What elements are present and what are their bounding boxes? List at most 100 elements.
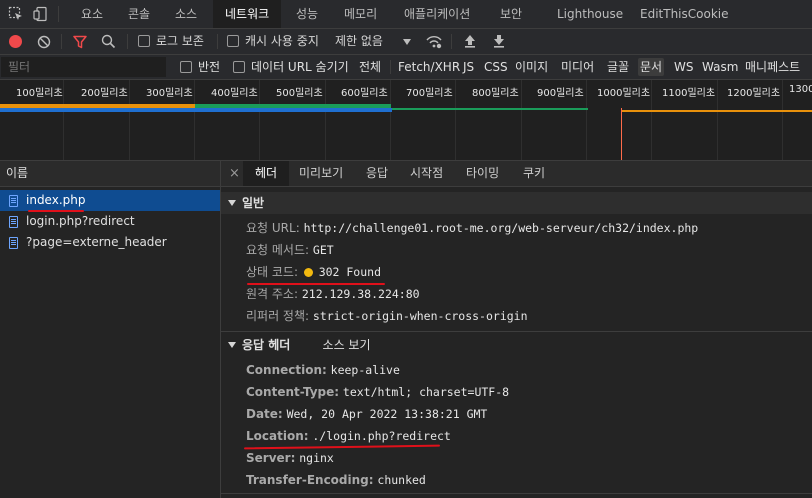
load-event-marker <box>621 108 622 160</box>
view-source-link[interactable]: 소스 보기 <box>323 338 371 352</box>
timeline-tick: 800밀리초 <box>472 88 519 99</box>
filter-type-manifest[interactable]: 매니페스트 <box>743 58 802 76</box>
response-header-row: Transfer-Encoding: chunked <box>246 473 426 487</box>
annotation-underline <box>247 283 385 285</box>
chevron-down-icon[interactable] <box>403 39 411 45</box>
detail-tabs: × 헤더 미리보기 응답 시작점 타이밍 쿠키 <box>221 161 812 186</box>
status-dot-icon <box>303 268 313 277</box>
timeline-tick: 100밀리초 <box>16 88 63 99</box>
request-name: login.php?redirect <box>26 214 135 228</box>
tab-elements[interactable]: 요소 <box>70 0 114 28</box>
request-name: ?page=externe_header <box>26 235 167 249</box>
invert-label: 반전 <box>198 60 221 74</box>
device-toolbar-icon[interactable] <box>33 6 49 22</box>
timeline-tick: 1200밀리초 <box>727 88 781 99</box>
export-har-icon[interactable] <box>493 34 505 48</box>
tab-preview[interactable]: 미리보기 <box>291 161 351 186</box>
general-section-header[interactable]: 일반 <box>221 192 812 214</box>
tab-editthiscookie[interactable]: EditThisCookie <box>630 0 739 28</box>
waterfall-bar-blue <box>0 108 392 112</box>
network-conditions-icon[interactable] <box>425 34 443 49</box>
filter-icon[interactable] <box>73 35 87 49</box>
waterfall-bar-green-2 <box>392 108 588 110</box>
inspect-element-icon[interactable] <box>8 6 24 22</box>
response-header-row: Connection: keep-alive <box>246 363 400 377</box>
name-header-label: 이름 <box>6 166 29 180</box>
filter-type-css[interactable]: CSS <box>482 58 510 76</box>
preserve-log-label: 로그 보존 <box>156 34 204 48</box>
general-row: 상태 코드: 302 Found <box>246 265 381 279</box>
filter-type-wasm[interactable]: Wasm <box>700 58 740 76</box>
tab-timing[interactable]: 타이밍 <box>458 161 507 186</box>
record-icon[interactable] <box>9 35 22 48</box>
tab-application[interactable]: 애플리케이션 <box>394 0 480 28</box>
timeline-tick: 700밀리초 <box>406 88 453 99</box>
disable-cache-checkbox[interactable] <box>227 35 239 47</box>
network-toolbar: 로그 보존 캐시 사용 중지 제한 없음 <box>0 29 812 54</box>
tab-performance[interactable]: 성능 <box>286 0 328 28</box>
filter-type-media[interactable]: 미디어 <box>559 58 596 76</box>
timeline-tick: 1300 <box>789 84 812 95</box>
tab-cookies[interactable]: 쿠키 <box>515 161 553 186</box>
response-header-row: Server: nginx <box>246 451 334 465</box>
general-row: 리퍼러 정책: strict-origin-when-cross-origin <box>246 309 528 323</box>
response-headers-section-header[interactable]: 응답 헤더 소스 보기 <box>221 334 812 356</box>
clear-icon[interactable] <box>37 35 51 49</box>
filter-type-ws[interactable]: WS <box>672 58 695 76</box>
name-column-header[interactable]: 이름 <box>0 161 220 186</box>
request-row[interactable]: login.php?redirect <box>0 211 220 232</box>
general-row: 요청 메서드: GET <box>246 243 334 257</box>
import-har-icon[interactable] <box>464 34 476 48</box>
chevron-down-icon <box>228 199 236 206</box>
network-overview[interactable]: 100밀리초 200밀리초 300밀리초 400밀리초 500밀리초 600밀리… <box>0 80 812 160</box>
search-icon[interactable] <box>101 34 116 49</box>
document-icon <box>9 195 18 207</box>
close-icon[interactable]: × <box>229 161 240 186</box>
filter-type-font[interactable]: 글꼴 <box>605 58 631 76</box>
timeline-tick: 200밀리초 <box>81 88 128 99</box>
response-header-row: Content-Type: text/html; charset=UTF-8 <box>246 385 510 399</box>
timeline-tick: 300밀리초 <box>146 88 193 99</box>
request-list: 이름 index.php login.php?redirect ?page=ex… <box>0 161 220 498</box>
general-row: 요청 URL: http://challenge01.root-me.org/w… <box>246 221 699 235</box>
timeline-tick: 1100밀리초 <box>662 88 716 99</box>
tab-headers[interactable]: 헤더 <box>243 161 290 186</box>
tab-network[interactable]: 네트워크 <box>213 0 282 28</box>
request-details: × 헤더 미리보기 응답 시작점 타이밍 쿠키 일반 요청 URL: http:… <box>221 161 812 498</box>
filter-type-doc[interactable]: 문서 <box>638 58 665 76</box>
timeline-tick: 400밀리초 <box>211 88 258 99</box>
preserve-log-checkbox[interactable] <box>138 35 150 47</box>
tab-console[interactable]: 콘솔 <box>117 0 161 28</box>
response-headers-title: 응답 헤더 <box>242 338 291 352</box>
hide-data-urls-checkbox[interactable] <box>233 61 245 73</box>
throttling-select[interactable]: 제한 없음 <box>335 29 383 54</box>
general-row: 원격 주소: 212.129.38.224:80 <box>246 287 420 301</box>
devtools-tabbar: 요소 콘솔 소스 네트워크 성능 메모리 애플리케이션 보안 Lighthous… <box>0 0 812 28</box>
document-icon <box>9 237 18 249</box>
invert-checkbox[interactable] <box>180 61 192 73</box>
timeline-tick: 900밀리초 <box>537 88 584 99</box>
tab-memory[interactable]: 메모리 <box>334 0 387 28</box>
filter-type-fetch-xhr[interactable]: Fetch/XHR <box>396 58 462 76</box>
tab-response[interactable]: 응답 <box>358 161 396 186</box>
request-row[interactable]: index.php <box>0 190 220 211</box>
hide-data-urls-label: 데이터 URL 숨기기 <box>251 60 349 74</box>
tab-sources[interactable]: 소스 <box>164 0 208 28</box>
filter-type-image[interactable]: 이미지 <box>513 58 550 76</box>
response-header-row: Location: ./login.php?redirect <box>246 429 451 443</box>
disable-cache-label: 캐시 사용 중지 <box>245 34 319 48</box>
response-header-row: Date: Wed, 20 Apr 2022 13:38:21 GMT <box>246 407 488 421</box>
timeline-tick: 1000밀리초 <box>597 88 651 99</box>
request-name: index.php <box>26 193 86 207</box>
filter-type-js[interactable]: JS <box>461 58 476 76</box>
filter-type-all[interactable]: 전체 <box>357 58 383 76</box>
general-title: 일반 <box>242 196 265 210</box>
tab-initiator[interactable]: 시작점 <box>402 161 451 186</box>
timeline-tick: 600밀리초 <box>341 88 388 99</box>
status-code-value: 302 Found <box>318 265 381 279</box>
filter-input[interactable] <box>1 57 166 77</box>
document-icon <box>9 216 18 228</box>
tab-security[interactable]: 보안 <box>490 0 532 28</box>
request-row[interactable]: ?page=externe_header <box>0 232 220 253</box>
tab-lighthouse[interactable]: Lighthouse <box>547 0 633 28</box>
